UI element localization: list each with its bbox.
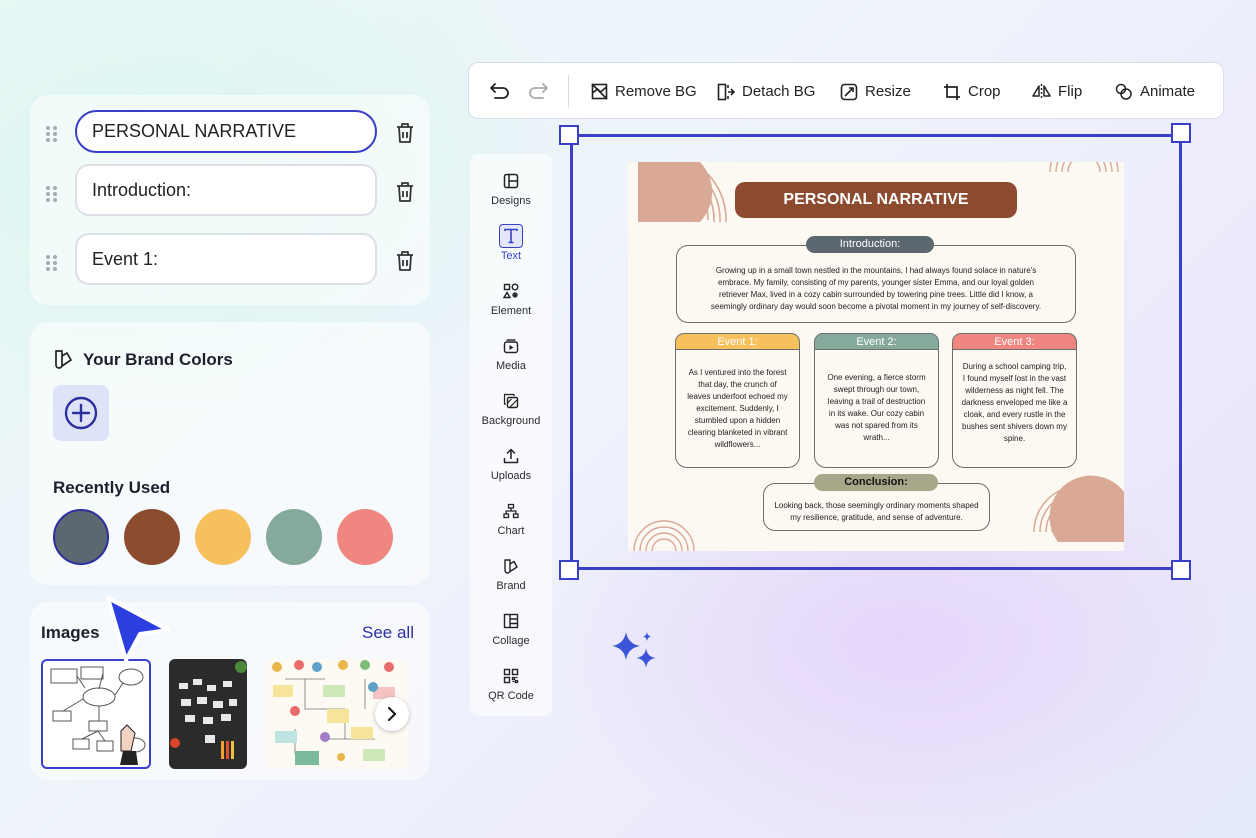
brand-kit-icon [55,350,72,369]
mind-map-sketch-image [50,666,146,765]
recently-used-title: Recently Used [53,478,171,497]
menu-label: Uploads [490,470,532,482]
brand-icon [504,559,518,574]
trash-icon[interactable] [394,249,416,273]
resize-icon [840,83,858,100]
collage-icon [503,613,519,629]
resize-handle-top-right[interactable] [1171,123,1191,143]
resize-handle-top-left[interactable] [559,125,579,145]
images-panel: Images See all [30,602,430,780]
undo-icon[interactable] [489,82,511,100]
menu-item-text[interactable]: Text [470,209,552,264]
menu-label: Designs [491,195,531,207]
dark-board-image [170,661,247,759]
flip-button[interactable]: Flip [1032,63,1082,120]
side-menu: Designs Text Element Media Background Up… [470,154,552,716]
outline-row: Event 1: [30,233,430,291]
menu-label: Background [481,415,541,427]
designs-icon [503,173,519,189]
drag-handle-icon[interactable] [46,186,58,202]
brand-colors-title: Your Brand Colors [83,350,233,369]
color-swatch[interactable] [53,509,109,565]
crop-icon [944,83,960,100]
menu-label: QR Code [488,690,534,702]
resize-button[interactable]: Resize [840,63,911,120]
drag-handle-icon[interactable] [46,126,58,142]
trash-icon[interactable] [394,180,416,204]
menu-item-uploads[interactable]: Uploads [470,429,552,484]
animate-icon [1115,83,1132,100]
plus-circle-icon [64,396,98,430]
crop-label: Crop [968,83,1001,100]
media-icon [503,339,519,354]
see-all-link[interactable]: See all [362,623,414,643]
animate-label: Animate [1140,83,1196,100]
images-title: Images [41,623,100,642]
animate-button[interactable]: Animate [1115,63,1195,120]
brand-colors-panel: Your Brand Colors Recently Used [30,322,430,585]
text-icon [504,228,518,244]
image-thumbnail[interactable] [41,659,151,769]
uploads-icon [503,448,519,464]
resize-handle-bottom-right[interactable] [1171,560,1191,580]
menu-label: Element [490,305,532,317]
resize-handle-bottom-left[interactable] [559,560,579,580]
remove-bg-button[interactable]: Remove BG [591,63,697,120]
detach-bg-label: Detach BG [742,83,816,100]
menu-label: Brand [496,580,526,592]
cursor-pointer-icon [106,596,170,662]
menu-label: Collage [492,635,530,647]
outline-event-field[interactable]: Event 1: [75,233,377,285]
redo-icon[interactable] [527,82,549,100]
remove-bg-icon [591,83,608,100]
menu-item-collage[interactable]: Collage [470,594,552,649]
menu-label: Text [500,250,522,262]
menu-item-qr-code[interactable]: QR Code [470,649,552,704]
resize-label: Resize [865,83,911,100]
outline-introduction-field[interactable]: Introduction: [75,164,377,216]
menu-label: Chart [497,525,525,537]
color-swatch[interactable] [195,509,251,565]
qr-code-icon [503,668,519,684]
trash-icon[interactable] [394,121,416,145]
outline-row: Introduction: [30,164,430,222]
menu-item-chart[interactable]: Chart [470,484,552,539]
image-thumbnail[interactable] [169,659,247,769]
image-toolbar: Remove BG Detach BG Resize Crop Flip Ani… [468,62,1224,119]
color-swatch[interactable] [337,509,393,565]
menu-label: Media [496,360,526,372]
selection-box[interactable] [570,134,1182,570]
outline-row: PERSONAL NARRATIVE [30,104,430,162]
element-icon [503,283,519,299]
menu-item-media[interactable]: Media [470,319,552,374]
detach-bg-button[interactable]: Detach BG [717,63,815,120]
menu-item-brand[interactable]: Brand [470,539,552,594]
toolbar-divider [568,75,569,108]
add-color-button[interactable] [53,385,109,441]
detach-bg-icon [717,83,735,100]
color-swatch[interactable] [266,509,322,565]
outline-title-field[interactable]: PERSONAL NARRATIVE [75,110,377,153]
background-icon [503,393,519,409]
outline-panel: PERSONAL NARRATIVE Introduction: Event 1… [30,95,430,305]
drag-handle-icon[interactable] [46,255,58,271]
menu-item-element[interactable]: Element [470,264,552,319]
next-images-button[interactable] [375,697,409,731]
sparkle-icon [612,632,656,668]
flip-label: Flip [1058,83,1083,100]
menu-item-designs[interactable]: Designs [470,154,552,209]
remove-bg-label: Remove BG [615,83,697,100]
flip-icon [1032,84,1051,99]
menu-item-background[interactable]: Background [470,374,552,429]
color-swatch[interactable] [124,509,180,565]
chevron-right-icon [388,707,396,721]
crop-button[interactable]: Crop [943,63,1001,120]
chart-icon [503,503,519,519]
